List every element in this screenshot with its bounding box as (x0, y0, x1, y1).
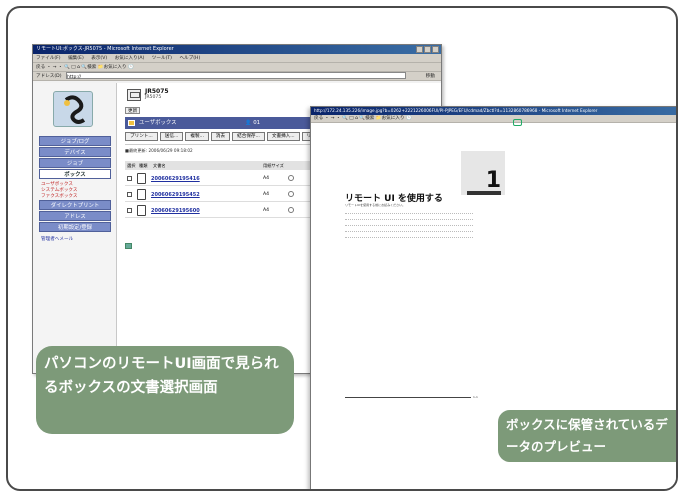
window-titlebar: リモートUI:ボックス-JR5075 - Microsoft Internet … (33, 45, 441, 54)
address-label: アドレス(D) (36, 74, 62, 79)
minimize-icon[interactable] (416, 46, 423, 53)
caption-box-selection: パソコンのリモートUI画面で見られるボックスの文書選択画面 (36, 346, 294, 434)
nav-job[interactable]: ジョブ (39, 158, 111, 168)
chapter-tag (467, 191, 501, 195)
nav-settings[interactable]: 初期設定/登録 (39, 222, 111, 232)
subitem-fax-box[interactable]: ファクスボックス (41, 193, 77, 199)
last-updated: ■最終更新: 2006/06/29 09:18:02 (125, 148, 193, 153)
status-icon (125, 243, 132, 249)
menu-help[interactable]: ヘルプ(H) (179, 56, 200, 61)
nav-device[interactable]: デバイス (39, 147, 111, 157)
col-name: 文書名 (153, 163, 166, 168)
document-link[interactable]: 20060629195416 (151, 176, 200, 182)
color-mode-icon (288, 191, 294, 197)
color-mode-icon (288, 207, 294, 213)
illustration-frame: リモートUI:ボックス-JR5075 - Microsoft Internet … (6, 6, 678, 491)
menu-view[interactable]: 表示(V) (91, 56, 107, 61)
nav-box[interactable]: ボックス (39, 169, 111, 179)
caption-preview: ボックスに保管されているデータのプレビュー (498, 410, 676, 462)
toc-line (345, 211, 473, 214)
sidebar: ジョブ/ログ デバイス ジョブ ボックス ユーザボックス システムボックス ファ… (33, 83, 117, 373)
close-icon[interactable] (432, 46, 439, 53)
document-icon (137, 189, 146, 200)
menu-bar: ファイル(F) 編集(E) 表示(V) お気に入り(A) ツール(T) ヘルプ(… (33, 54, 441, 63)
footer-rule (345, 397, 471, 398)
delete-button[interactable]: 消去 (210, 132, 231, 141)
nav-address[interactable]: アドレス (39, 211, 111, 221)
device-name: JR5075 (145, 88, 169, 95)
paper-size: A4 (263, 176, 270, 181)
preview-toolbar[interactable]: 戻る ・ → ・ 🔍 □ ⌂ 🔍検索 📁お気に入り 🕑 (311, 115, 676, 123)
preview-window-title: http://172.24.135.226/image.jpg?b=0262+2… (314, 108, 598, 113)
document-preview: 1 リモート UI を使用する リモートUIを使用する前にお読みください。 1-… (333, 151, 505, 421)
address-input[interactable]: http:// (65, 72, 406, 80)
col-type: 種類 (139, 163, 148, 168)
chapter-number: 1 (485, 168, 501, 193)
toc-line (345, 217, 473, 220)
address-bar: アドレス(D) http:// 移動 (33, 72, 441, 81)
menu-edit[interactable]: 編集(E) (68, 56, 84, 61)
printer-icon (127, 89, 141, 101)
remote-ui-logo-icon (53, 91, 93, 127)
color-mode-icon (288, 175, 294, 181)
window-controls (416, 46, 439, 53)
table-of-contents (345, 211, 473, 241)
refresh-button[interactable]: 更新 (125, 107, 141, 114)
menu-tools[interactable]: ツール(T) (152, 56, 172, 61)
toc-line (345, 223, 473, 226)
menu-favorites[interactable]: お気に入り(A) (115, 56, 145, 61)
preview-titlebar: http://172.24.135.226/image.jpg?b=0262+2… (311, 107, 676, 115)
refresh-icon[interactable] (513, 119, 522, 126)
paper-size: A4 (263, 192, 270, 197)
device-subname: JR5075 (145, 95, 162, 100)
col-size: 用紙サイズ (263, 163, 284, 168)
preview-subtitle: リモートUIを使用する前にお読みください。 (345, 203, 406, 207)
window-title: リモートUI:ボックス-JR5075 - Microsoft Internet … (36, 46, 174, 52)
print-button[interactable]: プリント... (125, 132, 158, 141)
preview-page-number: 1-1 (473, 395, 478, 399)
col-select: 選択 (127, 163, 136, 168)
row-checkbox[interactable] (127, 208, 132, 213)
address-value: http:// (66, 75, 82, 80)
user-box-icon (128, 120, 135, 126)
insert-document-button[interactable]: 文書挿入... (266, 132, 300, 141)
menu-file[interactable]: ファイル(F) (36, 56, 61, 61)
merge-save-button[interactable]: 結合保存... (232, 132, 265, 141)
maximize-icon[interactable] (424, 46, 431, 53)
box-header-title: ユーザボックス (139, 120, 177, 126)
toc-line (345, 229, 473, 232)
send-button[interactable]: 送信... (159, 132, 184, 141)
row-checkbox[interactable] (127, 176, 132, 181)
chapter-badge: 1 (461, 151, 505, 195)
document-link[interactable]: 20060629195600 (151, 208, 200, 214)
admin-mail-link[interactable]: 管理者へメール (41, 236, 73, 242)
duplicate-button[interactable]: 複製... (185, 132, 209, 141)
toc-line (345, 235, 473, 238)
document-icon (137, 205, 146, 216)
row-checkbox[interactable] (127, 192, 132, 197)
document-link[interactable]: 20060629195452 (151, 192, 200, 198)
nav-direct-print[interactable]: ダイレクトプリント (39, 200, 111, 210)
browser-toolbar[interactable]: 戻る ・ → ・ 🔍 □ ⌂ 🔍検索 📁お気に入り 🕑 (33, 63, 441, 72)
box-number: 01 (245, 117, 260, 129)
paper-size: A4 (263, 208, 270, 213)
nav-joblog[interactable]: ジョブ/ログ (39, 136, 111, 146)
document-icon (137, 173, 146, 184)
go-button[interactable]: 移動 (426, 72, 435, 81)
